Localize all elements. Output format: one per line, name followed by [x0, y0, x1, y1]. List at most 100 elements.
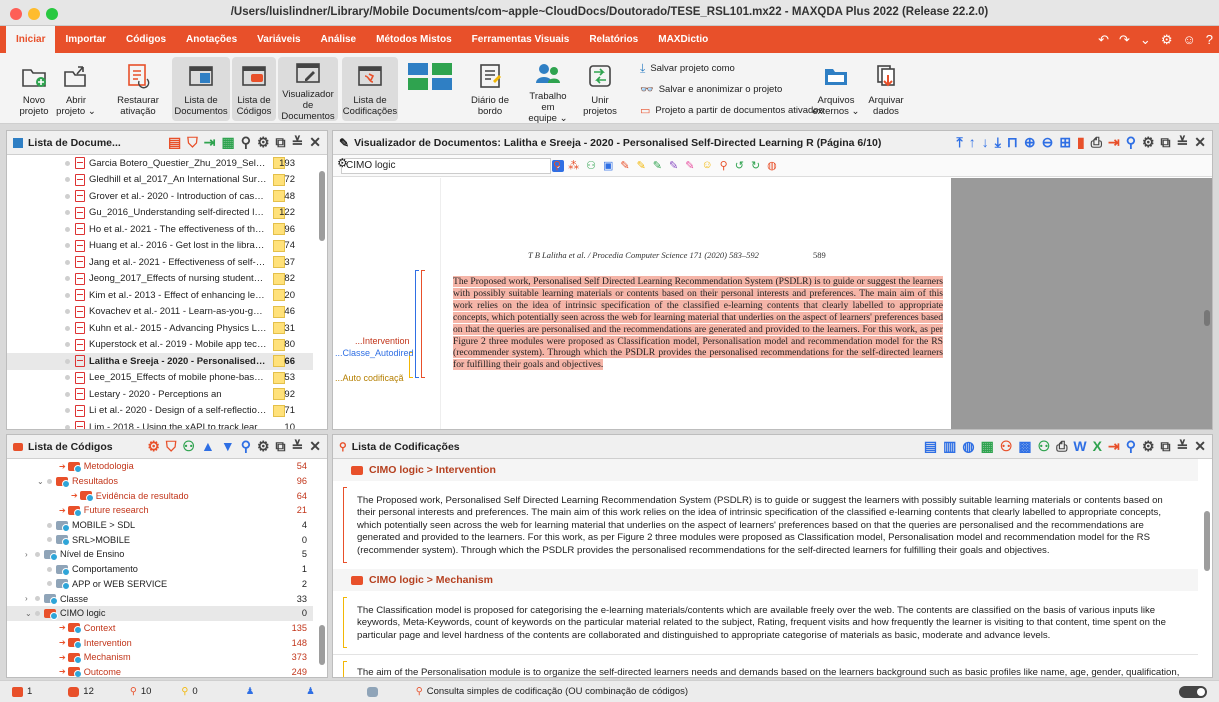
code-row[interactable]: ⌄ CIMO logic 0 [7, 605, 313, 621]
zoom-out-icon[interactable]: ⊖ [1042, 134, 1054, 151]
segment-text[interactable]: The Proposed work, Personalised Self Dir… [333, 481, 1198, 569]
import-icon[interactable]: ⇥ [204, 134, 216, 151]
activation-dot[interactable] [65, 177, 70, 183]
excel-export-icon[interactable]: X [1093, 438, 1102, 455]
activation-dot[interactable] [65, 408, 70, 414]
scroll-up-icon[interactable]: ↑ [969, 134, 976, 151]
activation-dot[interactable] [47, 522, 52, 528]
remove-coding-icon[interactable]: ↻ [751, 159, 760, 172]
dark-mode-toggle[interactable] [1179, 686, 1207, 698]
minimize-window-button[interactable] [28, 8, 40, 20]
minimize-panel-icon[interactable]: ≚ [1177, 134, 1189, 151]
symbol-icon[interactable]: ⚲ [720, 159, 728, 172]
export-icon[interactable]: ⇥ [1108, 438, 1120, 455]
gear-icon[interactable]: ⚙ [257, 438, 270, 455]
highlighter-purple-icon[interactable]: ✎ [669, 159, 678, 172]
chevron-icon[interactable]: › [25, 594, 35, 603]
activation-dot[interactable] [65, 391, 70, 397]
search-icon[interactable]: ⚲ [1126, 438, 1136, 455]
chevron-icon[interactable]: › [25, 550, 35, 559]
status-user[interactable]: ♟ [246, 686, 255, 697]
document-row[interactable]: Gledhill et al_2017_An International Sur… [7, 172, 313, 189]
document-row[interactable]: Gu_2016_Understanding self-directed lear… [7, 205, 313, 222]
code-row[interactable]: ➔ Future research 21 [7, 503, 313, 518]
status-memos[interactable]: ⚲ 0 [181, 686, 197, 697]
comment-view-icon[interactable]: ◍ [962, 438, 974, 455]
tab-metodos-mistos[interactable]: Métodos Mistos [366, 26, 462, 53]
smart-coding-icon[interactable]: ▦ [981, 438, 994, 455]
lista-codigos-button[interactable]: Lista de Códigos [232, 57, 276, 121]
undo-coding-icon[interactable]: ↺ [735, 159, 744, 172]
undo-icon[interactable]: ↶ [1098, 32, 1109, 48]
salvar-projeto-como-button[interactable]: ⤓ Salvar projeto como [640, 61, 735, 76]
gear-icon[interactable]: ⚙ [1161, 32, 1173, 48]
code-tree-scrollbar[interactable] [319, 625, 325, 665]
code-row[interactable]: ➔ Metodologia 54 [7, 459, 313, 474]
close-icon[interactable]: ✕ [1194, 134, 1206, 151]
code-icon[interactable]: ⚲ [553, 159, 561, 172]
coding-stripe-red[interactable] [421, 270, 425, 378]
activation-dot[interactable] [65, 424, 70, 429]
activation-dot[interactable] [65, 342, 70, 348]
tab-importar[interactable]: Importar [55, 26, 116, 53]
chevron-icon[interactable]: ⌄ [25, 609, 35, 618]
activation-dot[interactable] [35, 610, 40, 616]
memo-icon[interactable] [273, 338, 285, 351]
tab-iniciar[interactable]: Iniciar [6, 26, 56, 53]
code-label-classe[interactable]: ...Classe_Autodired [335, 348, 414, 358]
gear-icon[interactable]: ⚙ [337, 156, 348, 170]
activation-dot[interactable] [65, 226, 70, 232]
document-row[interactable]: Kuhn et al.- 2015 - Advancing Physics Le… [7, 320, 313, 337]
memo-icon[interactable] [273, 173, 285, 186]
code-row[interactable]: ➔ Mechanism 373 [7, 650, 313, 665]
memo-icon[interactable] [273, 355, 285, 368]
code-row[interactable]: › Nível de Ensino 5 [7, 547, 313, 562]
lista-documentos-button[interactable]: Lista de Documentos [172, 57, 230, 121]
gear-icon[interactable]: ⚙ [257, 134, 270, 151]
smiley-icon[interactable]: ☺ [1182, 32, 1195, 47]
tab-variaveis[interactable]: Variáveis [247, 26, 310, 53]
export-icon[interactable]: ⇥ [1108, 134, 1120, 151]
activation-dot[interactable] [35, 551, 40, 557]
close-window-button[interactable] [10, 8, 22, 20]
segment-text[interactable]: The aim of the Personalisation module is… [333, 655, 1198, 677]
help-icon[interactable]: ? [1206, 32, 1213, 47]
retrieved-scrollbar[interactable] [1204, 511, 1210, 571]
activation-dot[interactable] [65, 259, 70, 265]
dock-icon[interactable]: ⧉ [276, 134, 286, 151]
print-icon[interactable]: ⎙ [1056, 438, 1067, 455]
trabalho-equipe-button[interactable]: Trabalho em equipe ⌄ [524, 57, 572, 124]
word-export-icon[interactable]: W [1073, 438, 1086, 455]
diario-bordo-button[interactable]: Diário de bordo [470, 57, 510, 121]
memo-icon[interactable] [273, 322, 285, 335]
activation-dot[interactable] [65, 210, 70, 216]
gear-icon[interactable]: ⚙ [1142, 438, 1155, 455]
tab-codigos[interactable]: Códigos [116, 26, 176, 53]
memo-icon[interactable] [273, 272, 285, 285]
activation-dot[interactable] [65, 325, 70, 331]
dock-icon[interactable]: ⧉ [1161, 438, 1171, 455]
coding-stripe-blue[interactable] [415, 270, 419, 378]
code-label-auto-codificacao[interactable]: ...Auto codificaçã [335, 373, 404, 383]
status-docs[interactable]: 1 [12, 686, 32, 697]
memo-icon[interactable] [273, 256, 285, 269]
activation-dot[interactable] [65, 375, 70, 381]
status-codes[interactable]: 12 [68, 686, 94, 697]
zoom-in-icon[interactable]: ⊕ [1024, 134, 1036, 151]
memo-icon[interactable] [273, 289, 285, 302]
code-row[interactable]: ⌄ Resultados 96 [7, 474, 313, 489]
fit-page-icon[interactable]: ⊞ [1059, 134, 1071, 151]
memo-icon[interactable] [273, 371, 285, 384]
filter-icon[interactable]: ⛉ [166, 438, 177, 455]
dock-icon[interactable]: ⧉ [1161, 134, 1171, 151]
document-row[interactable]: Li et al.- 2020 - Design of a self-refle… [7, 403, 313, 420]
code-row[interactable]: ➔ Context 135 [7, 621, 313, 636]
zoom-window-button[interactable] [46, 8, 58, 20]
document-row[interactable]: Kim et al.- 2013 - Effect of enhancing l… [7, 287, 313, 304]
highlighted-paragraph[interactable]: The Proposed work, Personalised Self Dir… [453, 276, 943, 371]
bookmark-icon[interactable]: ⊓ [1007, 134, 1018, 151]
redo-icon[interactable]: ↷ [1119, 32, 1130, 48]
document-view-icon[interactable]: ▥ [943, 438, 956, 455]
document-row[interactable]: Kuperstock et al.- 2019 - Mobile app tec… [7, 337, 313, 354]
close-icon[interactable]: ✕ [1194, 438, 1206, 455]
